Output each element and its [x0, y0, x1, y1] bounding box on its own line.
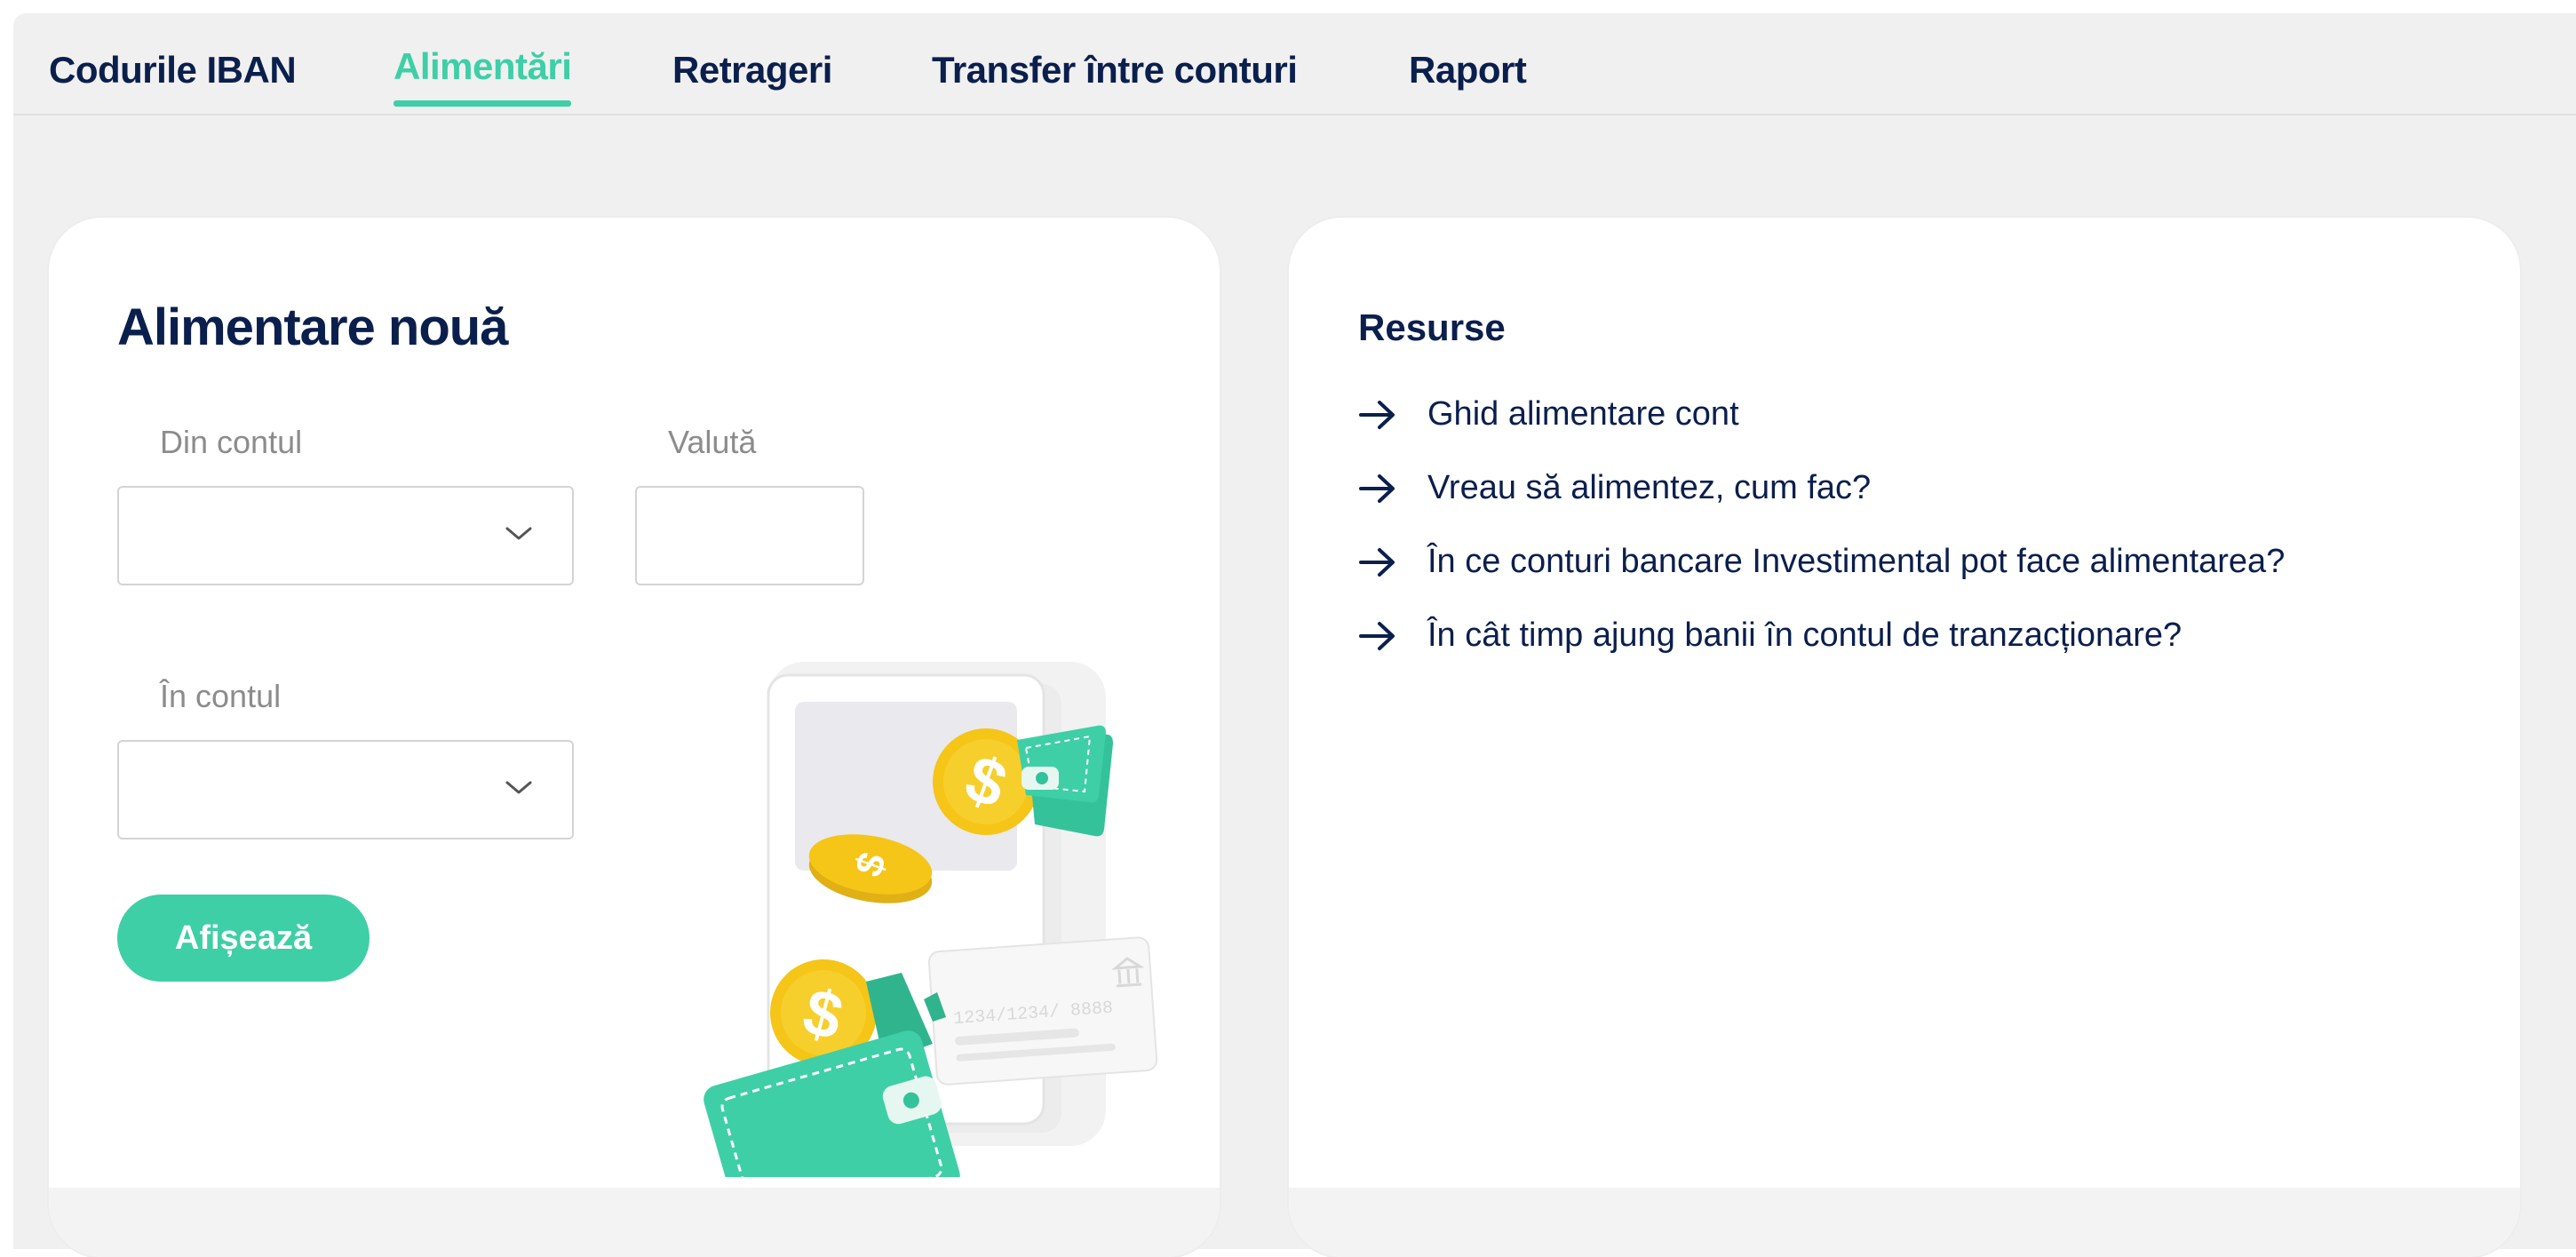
resource-link[interactable]: Ghid alimentare cont — [1358, 378, 2285, 451]
app-frame: Codurile IBAN Alimentări Retrageri Trans… — [13, 13, 2576, 1257]
tab-retrageri[interactable]: Retrageri — [672, 49, 832, 91]
resources-title: Resurse — [1358, 306, 1506, 348]
wallet-coins-illustration: 1234/1234/ 8888 $ $ $ — [704, 662, 1158, 1177]
tab-alimentari[interactable]: Alimentări — [394, 45, 572, 107]
show-button[interactable]: Afișează — [117, 895, 370, 982]
card-footer — [1289, 1188, 2520, 1257]
arrow-right-icon — [1359, 547, 1395, 577]
chevron-down-icon — [505, 527, 532, 540]
tab-bar: Codurile IBAN Alimentări Retrageri Trans… — [13, 13, 2576, 115]
arrow-right-icon — [1359, 621, 1395, 650]
arrow-right-icon — [1359, 400, 1395, 429]
resources-list: Ghid alimentare cont Vreau să alimentez,… — [1358, 378, 2285, 672]
to-account-select[interactable] — [117, 740, 574, 839]
resource-link[interactable]: În cât timp ajung banii în contul de tra… — [1358, 599, 2285, 672]
chevron-down-icon — [505, 781, 532, 794]
tab-coduri-iban[interactable]: Codurile IBAN — [49, 49, 297, 91]
tab-raport[interactable]: Raport — [1409, 49, 1527, 91]
resource-link[interactable]: În ce conturi bancare Investimental pot … — [1358, 525, 2285, 599]
arrow-right-icon — [1359, 473, 1395, 503]
new-deposit-card: Alimentare nouă Din contul Valută În con… — [49, 218, 1220, 1257]
resource-link-label: În ce conturi bancare Investimental pot … — [1427, 543, 2286, 580]
resource-link[interactable]: Vreau să alimentez, cum fac? — [1358, 451, 2285, 525]
currency-label: Valută — [668, 424, 757, 460]
from-account-label: Din contul — [160, 424, 303, 460]
resource-link-label: Vreau să alimentez, cum fac? — [1427, 469, 1872, 506]
from-account-select[interactable] — [117, 486, 574, 585]
tab-transfer-intre-conturi[interactable]: Transfer între conturi — [932, 49, 1298, 91]
currency-field[interactable] — [635, 486, 864, 585]
resource-link-label: Ghid alimentare cont — [1427, 395, 1739, 433]
card-footer — [49, 1188, 1220, 1257]
resource-link-label: În cât timp ajung banii în contul de tra… — [1427, 617, 2182, 654]
form-title: Alimentare nouă — [117, 298, 508, 356]
to-account-label: În contul — [160, 678, 282, 714]
resources-card: Resurse Ghid alimentare cont Vreau să al… — [1289, 218, 2520, 1257]
